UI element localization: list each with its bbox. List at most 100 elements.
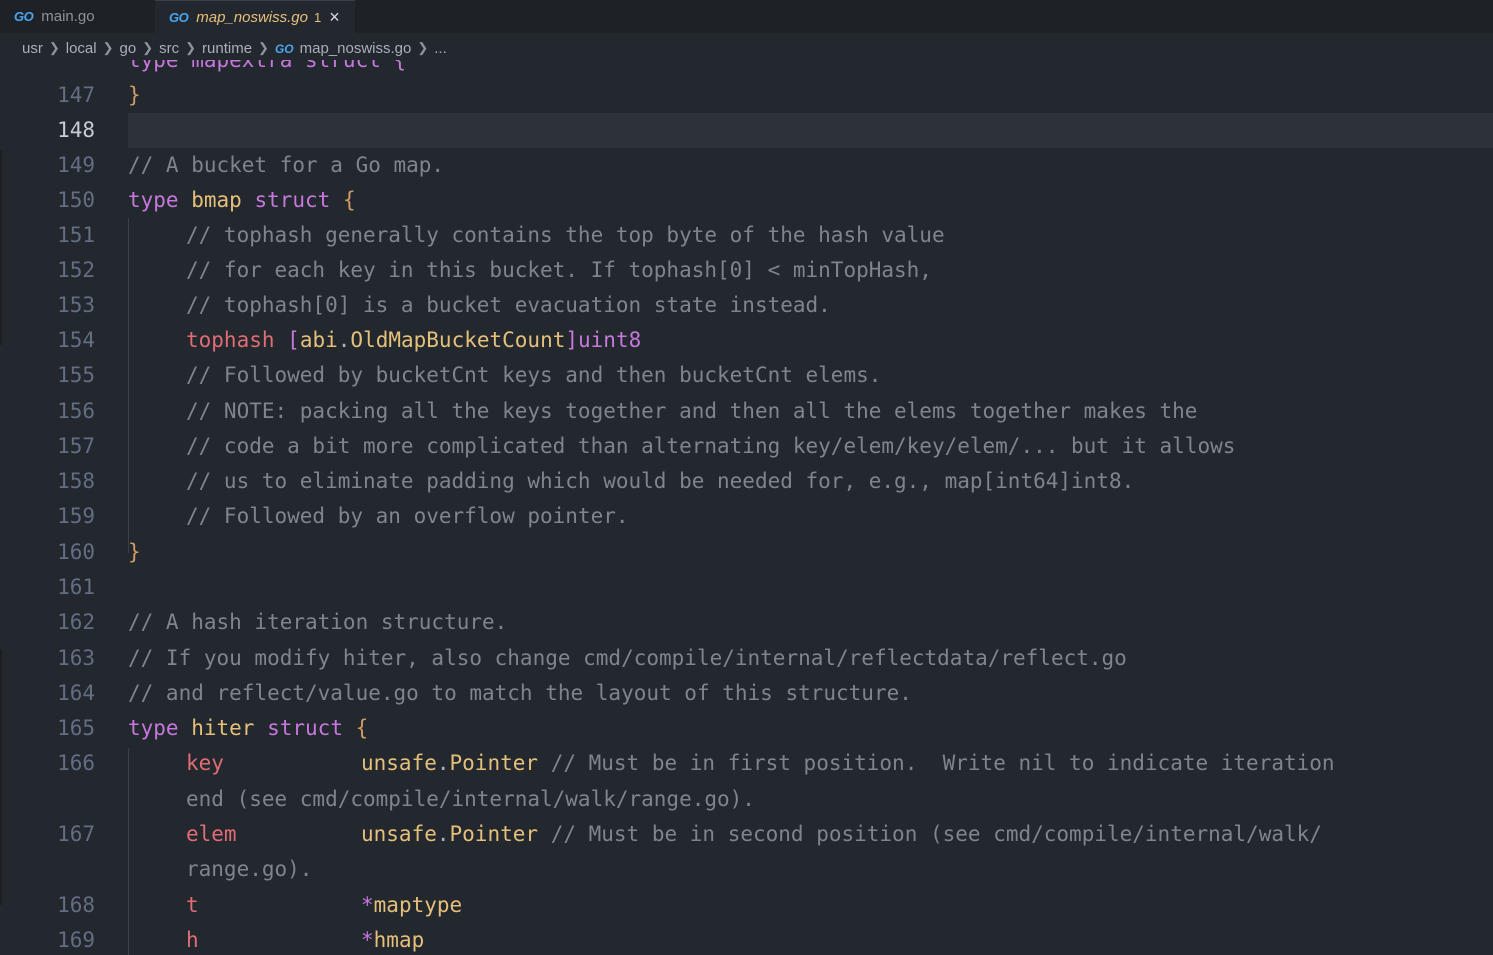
line-number: 158 — [57, 469, 95, 493]
pointer-star: * — [361, 893, 374, 917]
bracket: [ — [287, 328, 300, 352]
chevron-right-icon: ❯ — [258, 40, 269, 55]
tab-bar: GO main.go GO map_noswiss.go 1 × — [0, 0, 1493, 33]
code-line: 151 // tophash generally contains the to… — [0, 218, 1493, 253]
brace: { — [342, 188, 356, 212]
type-name: Pointer — [449, 822, 539, 846]
keyword: struct — [267, 716, 343, 740]
code-line: 164 // and reflect/value.go to match the… — [0, 676, 1493, 711]
code-text: *hmap — [361, 923, 424, 955]
code-line: 157 // code a bit more complicated than … — [0, 429, 1493, 464]
code-line: 156 // NOTE: packing all the keys togeth… — [0, 394, 1493, 429]
type-name: maptype — [373, 893, 463, 917]
code-line: 153 // tophash[0] is a bucket evacuation… — [0, 288, 1493, 323]
comment: // A hash iteration structure. — [128, 610, 508, 634]
code-text: tophash [abi.OldMapBucketCount]uint8 — [186, 323, 641, 358]
comment: // Followed by bucketCnt keys and then b… — [186, 363, 882, 387]
code-text: *maptype — [361, 888, 462, 923]
comment: // tophash generally contains the top by… — [186, 223, 945, 247]
code-line: 154 tophash [abi.OldMapBucketCount]uint8 — [0, 323, 1493, 358]
brace: { — [355, 716, 369, 740]
breadcrumb-runtime[interactable]: runtime — [202, 40, 252, 57]
code-line: 149 // A bucket for a Go map. — [0, 148, 1493, 183]
line-number: 166 — [57, 751, 95, 775]
bracket: ] — [565, 328, 579, 352]
comment: // If you modify hiter, also change cmd/… — [128, 646, 1127, 670]
tab-map-noswiss-go[interactable]: GO map_noswiss.go 1 × — [155, 0, 355, 33]
line-number: 168 — [57, 893, 95, 917]
comment: // Must be in second position (see cmd/c… — [550, 822, 1322, 846]
pointer-star: * — [361, 928, 374, 952]
code-text: } — [128, 540, 141, 564]
code-line: 162 // A hash iteration structure. — [0, 605, 1493, 640]
line-number: 149 — [57, 153, 95, 177]
line-number: 156 — [57, 399, 95, 423]
breadcrumb-file[interactable]: GO map_noswiss.go — [275, 40, 411, 57]
dot: . — [337, 328, 351, 352]
line-number: 150 — [57, 188, 95, 212]
chevron-right-icon: ❯ — [185, 40, 197, 55]
code-editor[interactable]: type mapextra struct { 147 } 148 149 // … — [0, 60, 1493, 955]
chevron-right-icon: ❯ — [102, 40, 114, 55]
code-line: 167 elem unsafe.Pointer // Must be in se… — [0, 817, 1493, 852]
code-line: 166 key unsafe.Pointer // Must be in fir… — [0, 746, 1493, 781]
comment: // Must be in first position. Write nil … — [550, 751, 1335, 775]
comment: end (see cmd/compile/internal/walk/range… — [186, 787, 755, 811]
line-number: 152 — [57, 258, 95, 282]
line-number: 164 — [57, 681, 95, 705]
comment: // Followed by an overflow pointer. — [186, 504, 629, 528]
comment: // us to eliminate padding which would b… — [186, 469, 1135, 493]
code-text: unsafe.Pointer // Must be in first posit… — [361, 746, 1335, 781]
comment: // for each key in this bucket. If topha… — [186, 258, 932, 282]
line-number: 148 — [57, 118, 95, 142]
keyword: type — [128, 188, 179, 212]
code-line: 168 t *maptype — [0, 888, 1493, 923]
type-name: hmap — [373, 928, 425, 952]
breadcrumb-src[interactable]: src — [159, 40, 179, 57]
comment: // NOTE: packing all the keys together a… — [186, 399, 1198, 423]
field-name: tophash — [186, 328, 275, 352]
code-line-wrapped: range.go). — [0, 852, 1493, 887]
code-line: 163 // If you modify hiter, also change … — [0, 641, 1493, 676]
code-line: 159 // Followed by an overflow pointer. — [0, 499, 1493, 534]
comment: // code a bit more complicated than alte… — [186, 434, 1236, 458]
code-text: type bmap struct { — [128, 183, 356, 218]
package-name: unsafe — [361, 822, 437, 846]
breadcrumb-usr[interactable]: usr — [22, 40, 43, 57]
breadcrumb-local[interactable]: local — [66, 40, 97, 57]
breadcrumb-go[interactable]: go — [120, 40, 137, 57]
code-line: 158 // us to eliminate padding which wou… — [0, 464, 1493, 499]
line-number: 157 — [57, 434, 95, 458]
code-line: 161 — [0, 570, 1493, 605]
code-line: 152 // for each key in this bucket. If t… — [0, 253, 1493, 288]
breadcrumb-file-label: map_noswiss.go — [299, 39, 412, 57]
code-text: type hiter struct { — [128, 711, 368, 746]
go-file-icon: GO — [14, 9, 34, 24]
field-name: key — [186, 751, 224, 775]
code-line: 165 type hiter struct { — [0, 711, 1493, 746]
comment: // and reflect/value.go to match the lay… — [128, 681, 912, 705]
line-number: 159 — [57, 504, 95, 528]
code-text: } — [128, 83, 141, 107]
line-number: 167 — [57, 822, 95, 846]
breadcrumb: usr ❯ local ❯ go ❯ src ❯ runtime ❯ GO map… — [0, 33, 1493, 63]
type-name: bmap — [191, 188, 242, 212]
package-name: unsafe — [361, 751, 437, 775]
breadcrumb-symbols[interactable]: ... — [434, 40, 447, 57]
close-icon[interactable]: × — [329, 7, 340, 28]
line-number: 162 — [57, 610, 95, 634]
line-number: 169 — [57, 928, 95, 952]
line-number: 163 — [57, 646, 95, 670]
tab-main-go[interactable]: GO main.go — [0, 0, 155, 33]
go-file-icon: GO — [274, 41, 294, 56]
keyword: type — [128, 716, 179, 740]
field-name: t — [186, 893, 199, 917]
tab-label: main.go — [41, 8, 95, 25]
code-text: unsafe.Pointer // Must be in second posi… — [361, 817, 1322, 852]
code-line: 155 // Followed by bucketCnt keys and th… — [0, 358, 1493, 393]
line-number: 155 — [57, 363, 95, 387]
chevron-right-icon: ❯ — [48, 40, 60, 55]
code-text: type mapextra struct { — [128, 60, 407, 72]
code-line-current: 148 — [0, 113, 1493, 148]
keyword: struct — [254, 188, 331, 212]
